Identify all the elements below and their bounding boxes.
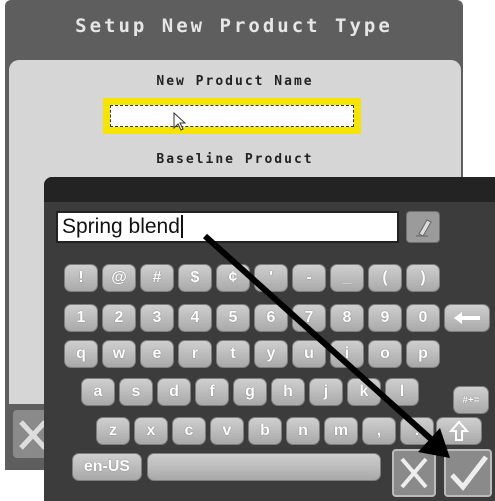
key-paren-open[interactable]: ( bbox=[368, 264, 402, 292]
baseline-product-label: Baseline Product bbox=[156, 152, 314, 167]
key-period[interactable]: . bbox=[400, 417, 434, 445]
key-comma[interactable]: , bbox=[362, 417, 396, 445]
key-h[interactable]: h bbox=[271, 378, 305, 406]
key-7[interactable]: 7 bbox=[292, 304, 326, 332]
backspace-key[interactable] bbox=[444, 304, 490, 332]
key-exclamation[interactable]: ! bbox=[64, 264, 98, 292]
key-2[interactable]: 2 bbox=[102, 304, 136, 332]
clear-button[interactable] bbox=[406, 211, 440, 243]
key-cent[interactable]: ¢ bbox=[216, 264, 250, 292]
key-1[interactable]: 1 bbox=[64, 304, 98, 332]
keyboard-cancel-button[interactable] bbox=[392, 449, 436, 497]
shift-key[interactable] bbox=[436, 417, 482, 445]
key-underscore[interactable]: _ bbox=[330, 264, 364, 292]
key-5[interactable]: 5 bbox=[216, 304, 250, 332]
mouse-pointer-icon bbox=[173, 112, 187, 131]
key-at[interactable]: @ bbox=[102, 264, 136, 292]
key-p[interactable]: p bbox=[406, 340, 440, 368]
key-i[interactable]: i bbox=[330, 340, 364, 368]
x-icon bbox=[400, 457, 428, 489]
key-g[interactable]: g bbox=[233, 378, 267, 406]
key-hash[interactable]: # bbox=[140, 264, 174, 292]
key-t[interactable]: t bbox=[216, 340, 250, 368]
new-product-name-field[interactable] bbox=[103, 98, 361, 134]
key-k[interactable]: k bbox=[347, 378, 381, 406]
key-paren-close[interactable]: ) bbox=[406, 264, 440, 292]
key-r[interactable]: r bbox=[178, 340, 212, 368]
text-entry-value: Spring blend bbox=[62, 215, 180, 238]
key-b[interactable]: b bbox=[248, 417, 282, 445]
key-c[interactable]: c bbox=[172, 417, 206, 445]
key-j[interactable]: j bbox=[309, 378, 343, 406]
key-y[interactable]: y bbox=[254, 340, 288, 368]
backspace-arrow-icon bbox=[454, 312, 480, 324]
key-6[interactable]: 6 bbox=[254, 304, 288, 332]
setup-title: Setup New Product Type bbox=[75, 15, 393, 37]
key-apostrophe[interactable]: ' bbox=[254, 264, 288, 292]
key-q[interactable]: q bbox=[64, 340, 98, 368]
eraser-icon bbox=[416, 219, 432, 237]
space-key[interactable] bbox=[147, 453, 381, 481]
key-w[interactable]: w bbox=[102, 340, 136, 368]
key-dollar[interactable]: $ bbox=[178, 264, 212, 292]
keyboard-accept-button[interactable] bbox=[444, 449, 492, 497]
key-d[interactable]: d bbox=[157, 378, 191, 406]
shift-arrow-icon bbox=[449, 420, 469, 441]
key-e[interactable]: e bbox=[140, 340, 174, 368]
key-0[interactable]: 0 bbox=[406, 304, 440, 332]
new-product-name-label: New Product Name bbox=[156, 74, 314, 89]
keyboard-title-bar bbox=[44, 177, 495, 202]
key-z[interactable]: z bbox=[96, 417, 130, 445]
key-x[interactable]: x bbox=[134, 417, 168, 445]
key-8[interactable]: 8 bbox=[330, 304, 364, 332]
onscreen-keyboard: Spring blend ! @ # $ ¢ ' - _ ( ) 1 2 3 4… bbox=[44, 177, 495, 501]
locale-key[interactable]: en-US bbox=[72, 453, 142, 481]
key-u[interactable]: u bbox=[292, 340, 326, 368]
key-n[interactable]: n bbox=[286, 417, 320, 445]
text-entry-field[interactable]: Spring blend bbox=[56, 211, 399, 243]
key-9[interactable]: 9 bbox=[368, 304, 402, 332]
key-l[interactable]: l bbox=[385, 378, 419, 406]
key-s[interactable]: s bbox=[119, 378, 153, 406]
key-a[interactable]: a bbox=[81, 378, 115, 406]
checkmark-icon bbox=[450, 455, 488, 491]
key-v[interactable]: v bbox=[210, 417, 244, 445]
key-m[interactable]: m bbox=[324, 417, 358, 445]
key-3[interactable]: 3 bbox=[140, 304, 174, 332]
key-o[interactable]: o bbox=[368, 340, 402, 368]
key-hyphen[interactable]: - bbox=[292, 264, 326, 292]
key-f[interactable]: f bbox=[195, 378, 229, 406]
key-4[interactable]: 4 bbox=[178, 304, 212, 332]
symbols-key[interactable]: #+= bbox=[453, 386, 489, 414]
